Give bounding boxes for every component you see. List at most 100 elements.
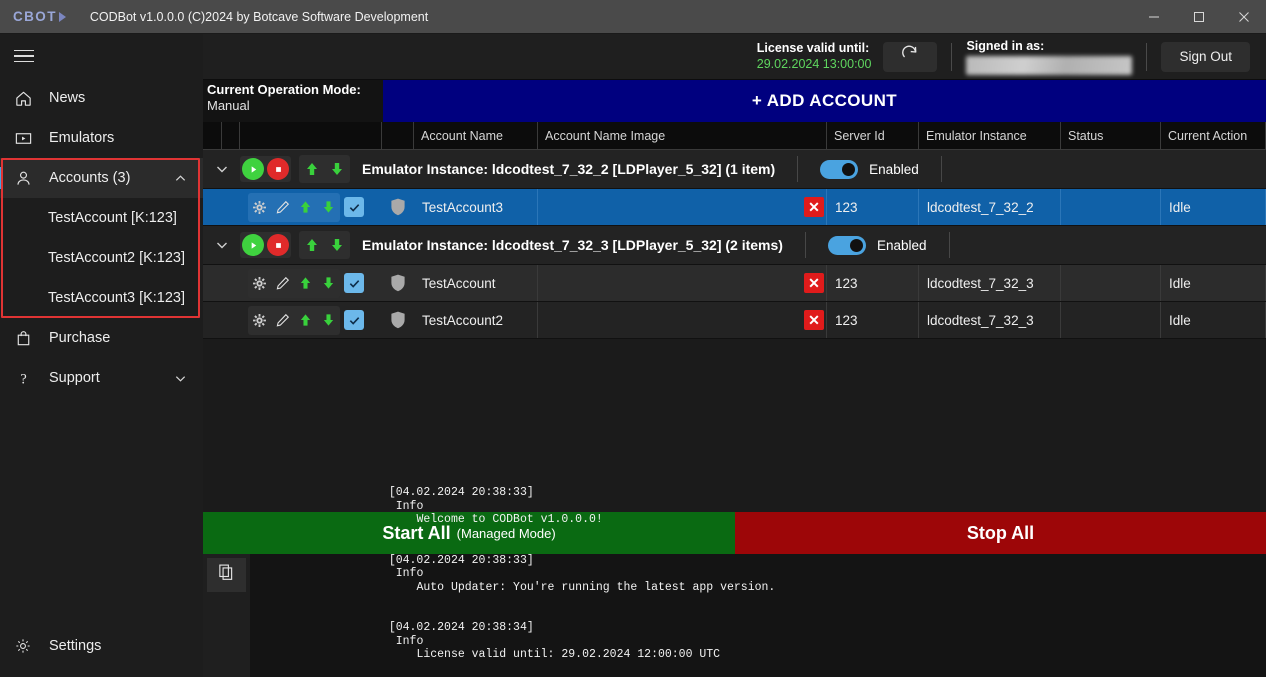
grid-header-current-action[interactable]: Current Action xyxy=(1161,122,1266,149)
table-row[interactable]: TestAccount ✕ 123 ldcodtest_7_32_3 Idle xyxy=(203,265,1266,302)
sidebar-item-settings[interactable]: Settings xyxy=(0,626,203,666)
sidebar-item-emulators[interactable]: Emulators xyxy=(0,118,203,158)
window-body: News Emulators Accounts (3) xyxy=(0,34,1266,677)
row-enabled-checkbox[interactable] xyxy=(344,310,364,330)
refresh-button[interactable] xyxy=(883,42,937,72)
menu-toggle-button[interactable] xyxy=(0,34,203,78)
minimize-button[interactable] xyxy=(1131,0,1176,34)
row-tools xyxy=(240,189,382,225)
question-icon: ? xyxy=(14,369,40,388)
chevron-down-icon[interactable] xyxy=(174,372,187,385)
row-shield-icon[interactable] xyxy=(382,189,414,225)
hamburger-icon xyxy=(14,46,34,67)
sidebar-account-item[interactable]: TestAccount3 [K:123] xyxy=(0,278,203,318)
table-row[interactable]: TestAccount3 ✕ 123 ldcodtest_7_32_2 Idle xyxy=(203,189,1266,226)
group-expand-toggle[interactable] xyxy=(203,238,240,252)
x-icon[interactable]: ✕ xyxy=(804,273,824,293)
row-settings-button[interactable] xyxy=(248,306,271,335)
sidebar-account-item[interactable]: TestAccount [K:123] xyxy=(0,198,203,238)
license-label: License valid until: xyxy=(757,41,872,57)
sidebar-item-news[interactable]: News xyxy=(0,78,203,118)
sidebar-item-purchase[interactable]: Purchase xyxy=(0,318,203,358)
grid-header-status[interactable]: Status xyxy=(1061,122,1161,149)
grid-header-server-id[interactable]: Server Id xyxy=(827,122,919,149)
row-account-name: TestAccount xyxy=(414,265,538,301)
row-edit-button[interactable] xyxy=(271,193,294,222)
row-move-down-button[interactable] xyxy=(317,269,340,298)
row-emulator-instance: ldcodtest_7_32_2 xyxy=(919,189,1061,225)
row-move-up-button[interactable] xyxy=(294,306,317,335)
maximize-button[interactable] xyxy=(1176,0,1221,34)
row-shield-icon[interactable] xyxy=(382,302,414,338)
group-move-up-button[interactable] xyxy=(301,233,323,257)
row-edit-button[interactable] xyxy=(271,306,294,335)
group-start-button[interactable] xyxy=(242,158,264,180)
group-divider xyxy=(941,156,942,182)
signed-in-block: Signed in as: xyxy=(966,38,1132,75)
signed-in-value-redacted xyxy=(966,56,1132,75)
sidebar-accounts-group: Accounts (3) TestAccount [K:123] TestAcc… xyxy=(0,158,203,318)
row-move-down-button[interactable] xyxy=(317,193,340,222)
operation-mode-label: Current Operation Mode: xyxy=(207,82,383,98)
sidebar: News Emulators Accounts (3) xyxy=(0,34,203,677)
row-move-up-button[interactable] xyxy=(294,193,317,222)
x-icon[interactable]: ✕ xyxy=(804,197,824,217)
grid-header-cell[interactable] xyxy=(203,122,222,149)
row-shield-icon[interactable] xyxy=(382,265,414,301)
row-move-up-button[interactable] xyxy=(294,269,317,298)
toolbar-divider xyxy=(1146,43,1147,71)
main-panel: License valid until: 29.02.2024 13:00:00… xyxy=(203,34,1266,677)
accounts-grid: Account Name Account Name Image Server I… xyxy=(203,122,1266,512)
sidebar-item-label: Accounts (3) xyxy=(49,170,130,186)
row-enabled-checkbox[interactable] xyxy=(344,197,364,217)
group-move-down-button[interactable] xyxy=(326,233,348,257)
signed-in-label: Signed in as: xyxy=(966,38,1132,54)
group-enabled-toggle[interactable] xyxy=(828,236,866,255)
row-tool-group xyxy=(248,269,340,298)
group-move-up-button[interactable] xyxy=(301,157,323,181)
sidebar-item-support[interactable]: ? Support xyxy=(0,358,203,398)
log-output[interactable]: [04.02.2024 20:38:33] Info Welcome to CO… xyxy=(250,554,1266,677)
group-expand-toggle[interactable] xyxy=(203,162,240,176)
group-header-row[interactable]: Emulator Instance: ldcodtest_7_32_3 [LDP… xyxy=(203,226,1266,265)
row-enabled-checkbox[interactable] xyxy=(344,273,364,293)
log-tab-strip xyxy=(203,554,250,677)
group-divider xyxy=(797,156,798,182)
group-move-down-button[interactable] xyxy=(326,157,348,181)
grid-header-account-name-image[interactable]: Account Name Image xyxy=(538,122,827,149)
play-triangle-icon xyxy=(59,12,66,22)
grid-header-emulator-instance[interactable]: Emulator Instance xyxy=(919,122,1061,149)
group-start-button[interactable] xyxy=(242,234,264,256)
group-stop-button[interactable] xyxy=(267,234,289,256)
add-account-button[interactable]: + ADD ACCOUNT xyxy=(383,80,1266,122)
row-selection-indicator xyxy=(203,265,240,301)
row-edit-button[interactable] xyxy=(271,269,294,298)
chevron-up-icon[interactable] xyxy=(174,172,187,185)
row-selection-indicator xyxy=(203,302,240,338)
row-settings-button[interactable] xyxy=(248,269,271,298)
grid-header-cell[interactable] xyxy=(240,122,382,149)
grid-header-cell[interactable] xyxy=(382,122,414,149)
row-server-id: 123 xyxy=(827,189,919,225)
row-current-action: Idle xyxy=(1161,302,1266,338)
group-header-row[interactable]: Emulator Instance: ldcodtest_7_32_2 [LDP… xyxy=(203,150,1266,189)
sign-out-button[interactable]: Sign Out xyxy=(1161,42,1250,72)
row-move-down-button[interactable] xyxy=(317,306,340,335)
row-settings-button[interactable] xyxy=(248,193,271,222)
group-stop-button[interactable] xyxy=(267,158,289,180)
close-button[interactable] xyxy=(1221,0,1266,34)
sidebar-item-accounts[interactable]: Accounts (3) xyxy=(0,158,203,198)
app-logo: CBOT xyxy=(13,9,66,24)
row-status xyxy=(1061,189,1161,225)
grid-header-cell[interactable] xyxy=(222,122,240,149)
row-tool-group xyxy=(248,193,340,222)
group-title: Emulator Instance: ldcodtest_7_32_2 [LDP… xyxy=(362,161,775,177)
row-status xyxy=(1061,302,1161,338)
grid-header-account-name[interactable]: Account Name xyxy=(414,122,538,149)
sidebar-account-item[interactable]: TestAccount2 [K:123] xyxy=(0,238,203,278)
log-copy-tab[interactable] xyxy=(207,558,246,592)
table-row[interactable]: TestAccount2 ✕ 123 ldcodtest_7_32_3 Idle xyxy=(203,302,1266,339)
group-enabled-toggle[interactable] xyxy=(820,160,858,179)
x-icon[interactable]: ✕ xyxy=(804,310,824,330)
group-title: Emulator Instance: ldcodtest_7_32_3 [LDP… xyxy=(362,237,783,253)
